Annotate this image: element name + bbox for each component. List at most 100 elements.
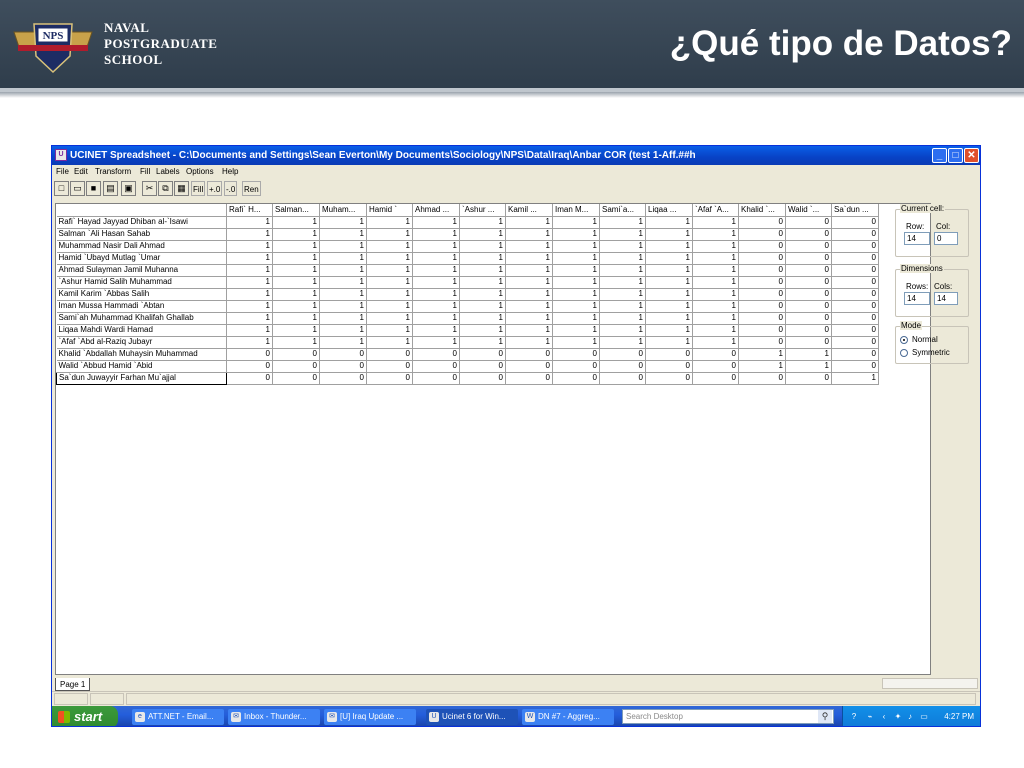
matrix-cell[interactable]: 1 (226, 300, 273, 313)
column-header[interactable]: Hamid ` (366, 204, 413, 217)
matrix-cell[interactable]: 0 (645, 348, 693, 361)
menu-labels[interactable]: Labels (156, 165, 180, 179)
matrix-cell[interactable]: 1 (645, 300, 693, 313)
menu-help[interactable]: Help (222, 165, 238, 179)
volume-icon[interactable]: ♪ (905, 712, 915, 722)
matrix-cell[interactable]: 1 (412, 324, 460, 337)
matrix-cell[interactable]: 1 (459, 324, 506, 337)
matrix-cell[interactable]: 0 (738, 264, 786, 277)
matrix-cell[interactable]: 1 (319, 252, 367, 265)
column-header[interactable]: Iman M... (552, 204, 600, 217)
matrix-cell[interactable]: 1 (459, 228, 506, 241)
matrix-cell[interactable]: 1 (319, 276, 367, 289)
column-header[interactable]: Khalid `... (738, 204, 786, 217)
matrix-cell[interactable]: 1 (366, 288, 413, 301)
matrix-cell[interactable]: 1 (412, 228, 460, 241)
matrix-cell[interactable]: 1 (459, 336, 506, 349)
matrix-cell[interactable]: 1 (552, 252, 600, 265)
menu-transform[interactable]: Transform (95, 165, 131, 179)
matrix-cell[interactable]: 1 (272, 216, 320, 229)
matrix-cell[interactable]: 1 (226, 216, 273, 229)
open-icon[interactable]: ▭ (70, 181, 85, 196)
matrix-cell[interactable]: 1 (412, 336, 460, 349)
taskbar-button-thunderbird[interactable]: ✉ Inbox - Thunder... (228, 709, 320, 725)
matrix-cell[interactable]: 0 (552, 372, 600, 385)
matrix-cell[interactable]: 1 (645, 216, 693, 229)
matrix-cell[interactable]: 1 (552, 324, 600, 337)
fill-button[interactable]: Fill (191, 181, 206, 196)
matrix-cell[interactable]: 1 (785, 360, 832, 373)
matrix-cell[interactable]: 1 (599, 300, 646, 313)
normal-radio[interactable] (900, 336, 908, 344)
matrix-cell[interactable]: 1 (319, 288, 367, 301)
matrix-cell[interactable]: 1 (599, 252, 646, 265)
matrix-cell[interactable]: 1 (226, 276, 273, 289)
matrix-cell[interactable]: 1 (552, 288, 600, 301)
copy-icon[interactable]: ⧉ (158, 181, 173, 196)
matrix-cell[interactable]: 0 (412, 348, 460, 361)
matrix-cell[interactable]: 0 (459, 360, 506, 373)
matrix-cell[interactable]: 1 (226, 288, 273, 301)
row-label-cell[interactable]: Khalid `Abdallah Muhaysin Muhammad (56, 348, 227, 361)
matrix-cell[interactable]: 1 (645, 276, 693, 289)
matrix-cell[interactable]: 0 (785, 300, 832, 313)
matrix-cell[interactable]: 0 (226, 360, 273, 373)
matrix-cell[interactable]: 0 (692, 360, 739, 373)
matrix-cell[interactable]: 1 (272, 324, 320, 337)
matrix-cell[interactable]: 1 (785, 348, 832, 361)
matrix-cell[interactable]: 1 (319, 312, 367, 325)
matrix-cell[interactable]: 0 (645, 372, 693, 385)
matrix-cell[interactable]: 1 (366, 312, 413, 325)
matrix-cell[interactable]: 1 (412, 300, 460, 313)
cut-icon[interactable]: ✂ (142, 181, 157, 196)
matrix-cell[interactable]: 0 (738, 336, 786, 349)
matrix-cell[interactable]: 1 (412, 264, 460, 277)
matrix-cell[interactable]: 0 (785, 324, 832, 337)
matrix-cell[interactable]: 1 (319, 300, 367, 313)
matrix-cell[interactable]: 1 (459, 240, 506, 253)
matrix-cell[interactable]: 0 (831, 300, 879, 313)
column-header[interactable]: Salman... (272, 204, 320, 217)
matrix-cell[interactable]: 0 (738, 300, 786, 313)
matrix-cell[interactable]: 0 (505, 372, 553, 385)
row-label-cell[interactable]: `Ashur Hamid Salih Muhammad (56, 276, 227, 289)
collapse-tray-icon[interactable]: ‹ (879, 712, 889, 722)
matrix-cell[interactable]: 1 (552, 240, 600, 253)
matrix-cell[interactable]: 0 (319, 360, 367, 373)
column-header[interactable]: Ahmad ... (412, 204, 460, 217)
sheet-tab[interactable]: Page 1 (55, 678, 91, 691)
new-icon[interactable]: □ (54, 181, 69, 196)
matrix-cell[interactable]: 0 (785, 240, 832, 253)
matrix-cell[interactable]: 1 (412, 252, 460, 265)
matrix-cell[interactable]: 1 (226, 324, 273, 337)
matrix-cell[interactable]: 1 (692, 288, 739, 301)
search-icon[interactable]: ⚲ (818, 710, 832, 723)
matrix-cell[interactable]: 1 (505, 264, 553, 277)
matrix-cell[interactable]: 0 (599, 372, 646, 385)
row-label-cell[interactable]: Ahmad Sulayman Jamil Muhanna (56, 264, 227, 277)
corner-cell[interactable] (56, 204, 227, 217)
normal-radio-label[interactable]: Normal (912, 335, 938, 344)
monitor-icon[interactable]: ▭ (919, 712, 929, 722)
matrix-cell[interactable]: 0 (459, 348, 506, 361)
matrix-cell[interactable]: 1 (645, 240, 693, 253)
matrix-cell[interactable]: 1 (272, 300, 320, 313)
matrix-cell[interactable]: 1 (692, 300, 739, 313)
matrix-cell[interactable]: 0 (831, 360, 879, 373)
matrix-cell[interactable]: 1 (645, 252, 693, 265)
matrix-cell[interactable]: 1 (366, 216, 413, 229)
matrix-cell[interactable]: 1 (645, 264, 693, 277)
matrix-cell[interactable]: 0 (738, 372, 786, 385)
matrix-cell[interactable]: 0 (552, 348, 600, 361)
matrix-cell[interactable]: 0 (738, 324, 786, 337)
matrix-cell[interactable]: 1 (459, 300, 506, 313)
column-header[interactable]: Sa`dun ... (831, 204, 879, 217)
matrix-cell[interactable]: 1 (459, 264, 506, 277)
matrix-cell[interactable]: 1 (319, 228, 367, 241)
matrix-cell[interactable]: 1 (692, 264, 739, 277)
column-header[interactable]: Walid `... (785, 204, 832, 217)
matrix-cell[interactable]: 0 (319, 348, 367, 361)
matrix-cell[interactable]: 1 (552, 276, 600, 289)
matrix-cell[interactable]: 0 (785, 336, 832, 349)
matrix-cell[interactable]: 1 (552, 216, 600, 229)
